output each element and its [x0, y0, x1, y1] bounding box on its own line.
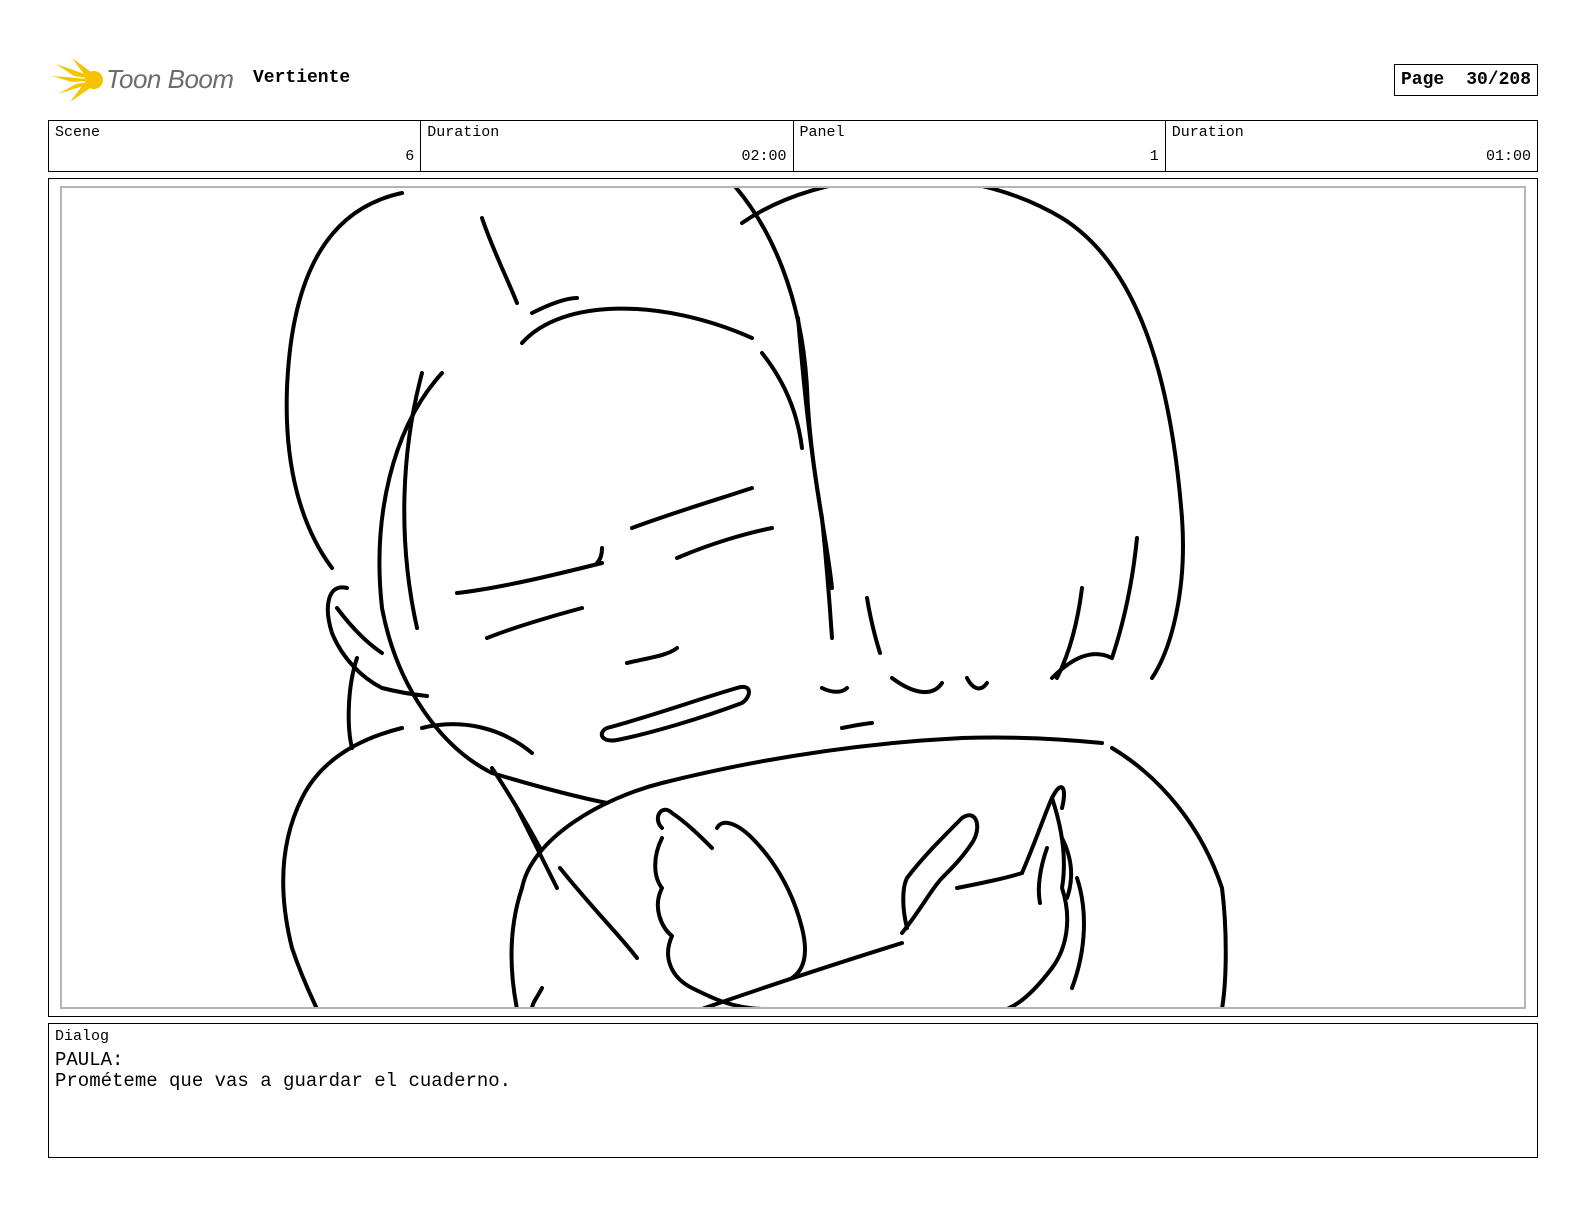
scene-cell: Scene 6 — [49, 121, 422, 171]
page-indicator: Page 30/208 — [1393, 64, 1538, 96]
dialog-line: Prométeme que vas a guardar el cuaderno. — [55, 1070, 512, 1092]
page-number: 30/208 — [1466, 70, 1531, 90]
panel-value: 1 — [1149, 148, 1159, 165]
scene-info-row: Scene 6 Duration 02:00 Panel 1 Duration … — [48, 120, 1538, 172]
dialog-speaker: PAULA: — [55, 1049, 124, 1071]
scene-duration-value: 02:00 — [741, 148, 787, 165]
scene-label: Scene — [55, 124, 101, 141]
page-label: Page — [1400, 70, 1445, 90]
storyboard-panel — [48, 178, 1538, 1017]
dialog-label: Dialog — [55, 1028, 110, 1045]
dialog-text: PAULA: Prométeme que vas a guardar el cu… — [55, 1050, 511, 1092]
panel-drawing-area — [60, 186, 1526, 1009]
scene-value: 6 — [405, 148, 415, 165]
panel-duration-label: Duration — [1171, 124, 1244, 141]
starburst-icon — [52, 58, 103, 102]
panel-cell: Panel 1 — [794, 121, 1166, 171]
panel-duration-cell: Duration 01:00 — [1166, 121, 1537, 171]
scene-duration-label: Duration — [427, 124, 500, 141]
dialog-box: Dialog PAULA: Prométeme que vas a guarda… — [48, 1023, 1538, 1158]
panel-duration-value: 01:00 — [1485, 148, 1531, 165]
project-title: Vertiente — [253, 68, 351, 88]
page-header: Toon Boom Vertiente Page 30/208 — [48, 52, 1538, 108]
panel-label: Panel — [799, 124, 845, 141]
logo-text: Toon Boom — [106, 64, 234, 94]
scene-duration-cell: Duration 02:00 — [421, 121, 794, 171]
toon-boom-logo: Toon Boom — [50, 54, 240, 106]
hug-sketch-drawing — [281, 188, 1228, 1007]
